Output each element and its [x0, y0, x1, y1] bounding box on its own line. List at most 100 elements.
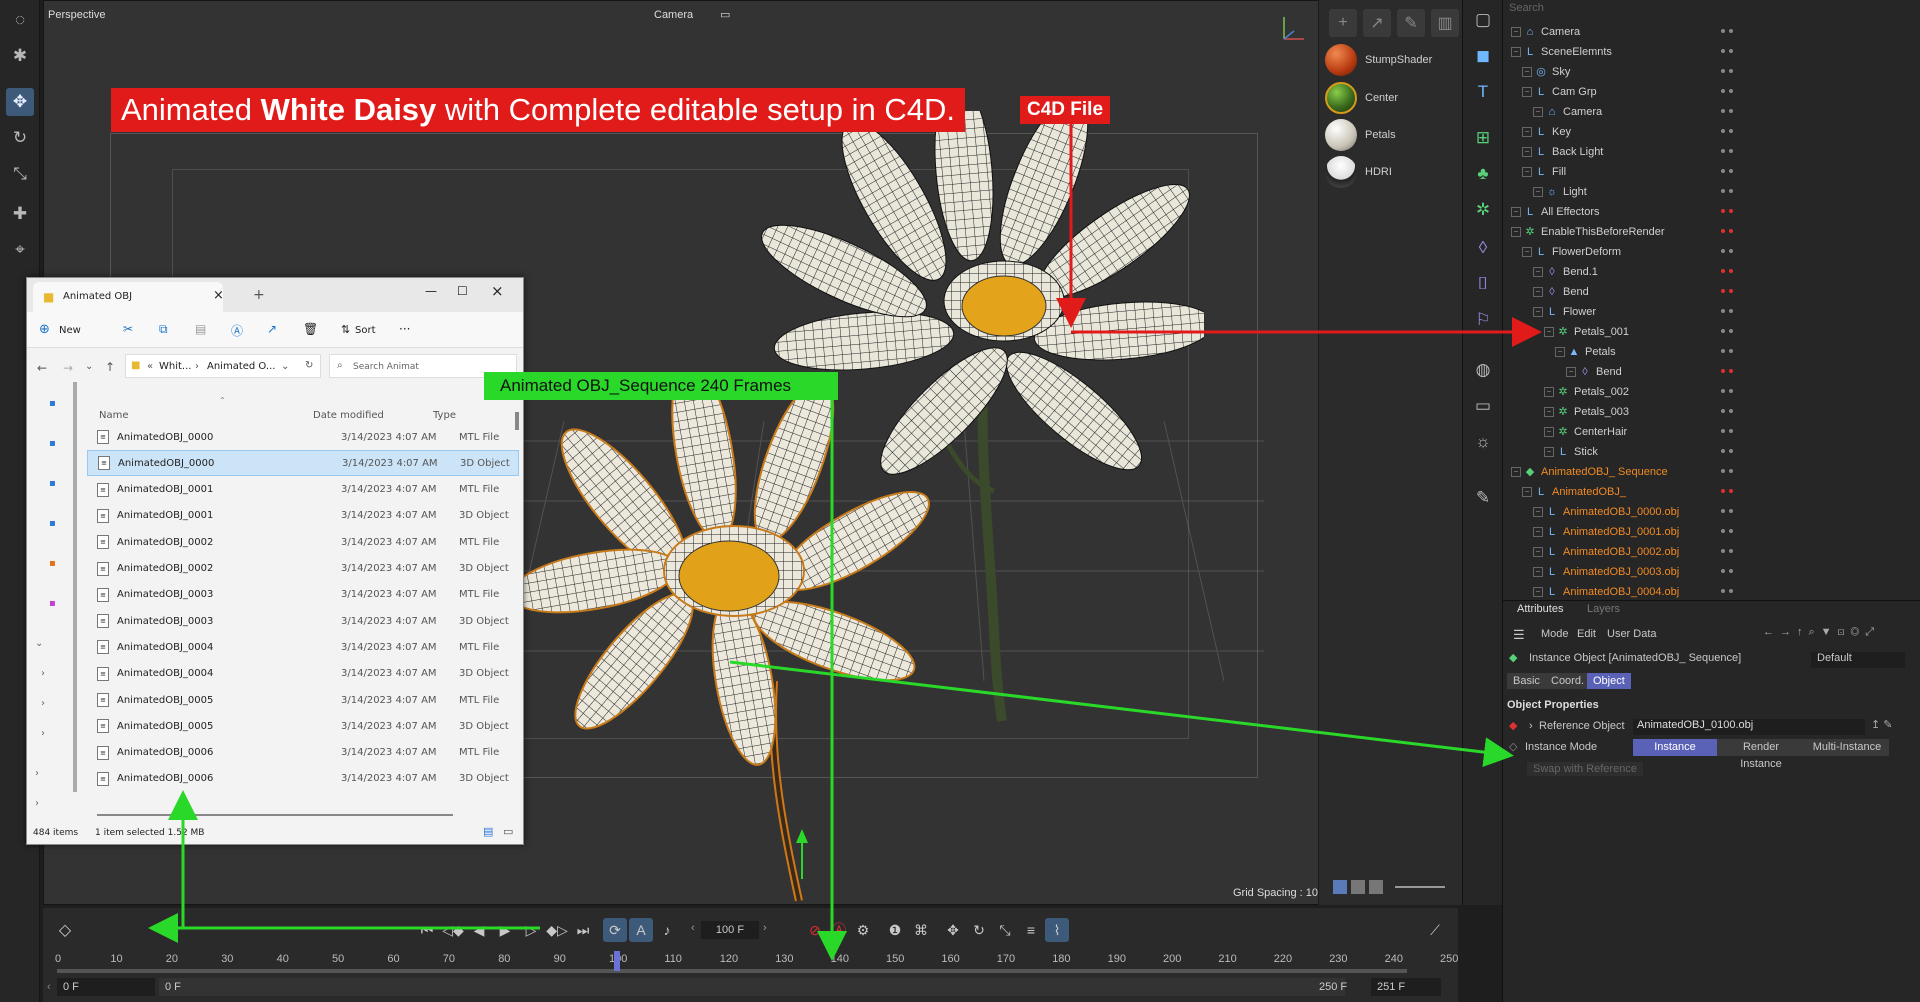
expand-toggle[interactable]: − [1511, 207, 1521, 217]
path-segment-b[interactable]: Animated O... [207, 361, 275, 372]
generator-icon[interactable]: ⊞ [1469, 124, 1497, 152]
visibility-dots[interactable] [1721, 209, 1747, 213]
paste-icon[interactable]: ▤ [195, 322, 206, 336]
visibility-dots[interactable] [1721, 129, 1747, 133]
visibility-dots[interactable] [1721, 429, 1747, 433]
add-material-icon[interactable]: + [1329, 9, 1357, 37]
visibility-dots[interactable] [1721, 349, 1747, 353]
material-item[interactable]: HDRI [1325, 156, 1392, 188]
loop-icon[interactable]: ⟳ [603, 918, 627, 942]
rotate-icon[interactable]: ↻ [6, 124, 34, 152]
outliner-row[interactable]: − L Flower [1503, 302, 1920, 322]
keyframe-icon[interactable]: ◆ [1509, 719, 1517, 732]
expand-toggle[interactable]: − [1533, 507, 1543, 517]
explorer-search-input[interactable]: Search Animat [353, 362, 419, 372]
param-key-icon[interactable]: ≡ [1019, 918, 1043, 942]
maximize-icon[interactable]: ☐ [457, 284, 468, 298]
subtab-basic[interactable]: Basic [1507, 673, 1546, 689]
y-axis-handle-icon[interactable] [792, 829, 812, 879]
visibility-dots[interactable] [1721, 309, 1747, 313]
expand-toggle[interactable]: − [1533, 287, 1543, 297]
object-search[interactable]: Search [1509, 2, 1920, 18]
play-reverse-icon[interactable]: ◀ [467, 918, 491, 942]
prev-key-icon[interactable]: ◁◆ [441, 918, 465, 942]
expand-toggle[interactable]: − [1544, 387, 1554, 397]
outliner-row[interactable]: − ⌂ Camera [1503, 102, 1920, 122]
expand-toggle[interactable]: − [1544, 407, 1554, 417]
grid-view-icon[interactable] [1351, 880, 1365, 894]
expand-icon[interactable]: ⌄ [35, 638, 43, 649]
expand-toggle[interactable]: − [1544, 427, 1554, 437]
keyframe-empty-icon[interactable]: ◇ [1509, 740, 1517, 753]
expand-toggle[interactable]: − [1522, 247, 1532, 257]
expand-toggle[interactable]: − [1522, 147, 1532, 157]
expand-toggle[interactable]: − [1522, 87, 1532, 97]
close-window-icon[interactable]: × [491, 282, 504, 300]
swap-button[interactable]: Swap with Reference [1527, 762, 1643, 776]
outliner-row[interactable]: − L AnimatedOBJ_0004.obj [1503, 582, 1920, 602]
sort-button[interactable]: Sort [355, 325, 376, 336]
deformer-icon[interactable]: ◊ [1469, 234, 1497, 262]
delete-icon[interactable]: 🗑 [303, 322, 318, 336]
expand-toggle[interactable]: − [1533, 587, 1543, 597]
nav-item-icon[interactable]: ▪ [49, 438, 56, 449]
tab-layers[interactable]: Layers [1587, 603, 1620, 615]
snap-icon[interactable]: ⌖ [6, 236, 34, 264]
outliner-row[interactable]: − L SceneElemnts [1503, 42, 1920, 62]
close-tab-icon[interactable]: × [213, 288, 224, 303]
preview-range-bar[interactable]: 0 F [159, 978, 1345, 996]
expand-toggle[interactable]: − [1544, 327, 1554, 337]
outliner-row[interactable]: − ▲ Petals [1503, 342, 1920, 362]
light-tool-icon[interactable]: ☼ [1469, 428, 1497, 456]
graph-icon[interactable]: ⟋ [1423, 918, 1447, 942]
file-row[interactable]: ≡ AnimatedOBJ_0002 3/14/2023 4:07 AM 3D Obj… [87, 556, 519, 582]
visibility-dots[interactable] [1721, 489, 1747, 493]
expand-icon[interactable]: › [41, 728, 45, 739]
live-select-icon[interactable]: ✱ [6, 42, 34, 70]
expand-toggle[interactable]: − [1544, 447, 1554, 457]
expand-icon[interactable]: › [41, 668, 45, 679]
autokey-icon[interactable]: Ⓐ [827, 918, 851, 942]
pla-key-icon[interactable]: ⌇ [1045, 918, 1069, 942]
outliner-row[interactable]: − ✲ CenterHair [1503, 422, 1920, 442]
file-row[interactable]: ≡ AnimatedOBJ_0006 3/14/2023 4:07 AM 3D Obj… [87, 766, 519, 792]
outliner-row[interactable]: − L AnimatedOBJ_ [1503, 482, 1920, 502]
expand-icon[interactable]: › [35, 798, 39, 809]
visibility-dots[interactable] [1721, 289, 1747, 293]
expand-toggle[interactable]: − [1533, 267, 1543, 277]
menu-edit[interactable]: Edit [1577, 628, 1596, 640]
expand-toggle[interactable]: − [1522, 487, 1532, 497]
new-icon[interactable]: ⊕ [39, 322, 50, 337]
playhead[interactable] [614, 951, 620, 971]
address-dropdown-icon[interactable]: ⌄ [281, 361, 289, 372]
expand-toggle[interactable]: − [1522, 167, 1532, 177]
visibility-dots[interactable] [1721, 369, 1747, 373]
visibility-dots[interactable] [1721, 249, 1747, 253]
expand-toggle[interactable]: − [1555, 347, 1565, 357]
visibility-dots[interactable] [1721, 29, 1747, 33]
expand-toggle[interactable]: − [1522, 67, 1532, 77]
field-icon[interactable]: ⚐ [1469, 306, 1497, 334]
nav-item-icon[interactable]: ▪ [49, 598, 56, 609]
outliner-row[interactable]: − L All Effectors [1503, 202, 1920, 222]
outliner-row[interactable]: − ✲ EnableThisBeforeRender [1503, 222, 1920, 242]
rename-icon[interactable]: Ⓐ [231, 322, 243, 339]
nav-item-icon[interactable]: ▪ [49, 518, 56, 529]
scale-icon[interactable]: ⤡ [6, 160, 34, 188]
nav-arrows-icon[interactable]: ←→↑⌕▼⊡◎⤢ [1763, 626, 1880, 639]
file-row[interactable]: ≡ AnimatedOBJ_0003 3/14/2023 4:07 AM 3D Obj… [87, 608, 519, 634]
motion-icon[interactable]: ⌘ [909, 918, 933, 942]
outliner-row[interactable]: − ◊ Bend [1503, 362, 1920, 382]
frame-dec-icon[interactable]: ‹ [691, 922, 695, 934]
file-row[interactable]: ≡ AnimatedOBJ_0003 3/14/2023 4:07 AM MTL Fi… [87, 582, 519, 608]
outliner-row[interactable]: − L Cam Grp [1503, 82, 1920, 102]
sound-icon[interactable]: ♪ [655, 918, 679, 942]
path-overflow[interactable]: « [147, 361, 153, 372]
effector-icon[interactable]: ✲ [1469, 196, 1497, 224]
file-row[interactable]: ≡ AnimatedOBJ_0005 3/14/2023 4:07 AM MTL Fi… [87, 687, 519, 713]
current-frame-field[interactable]: 100 F [701, 921, 759, 939]
visibility-dots[interactable] [1721, 69, 1747, 73]
expand-toggle[interactable]: − [1533, 307, 1543, 317]
trash-icon[interactable]: ▥ [1431, 9, 1459, 37]
visibility-dots[interactable] [1721, 469, 1747, 473]
